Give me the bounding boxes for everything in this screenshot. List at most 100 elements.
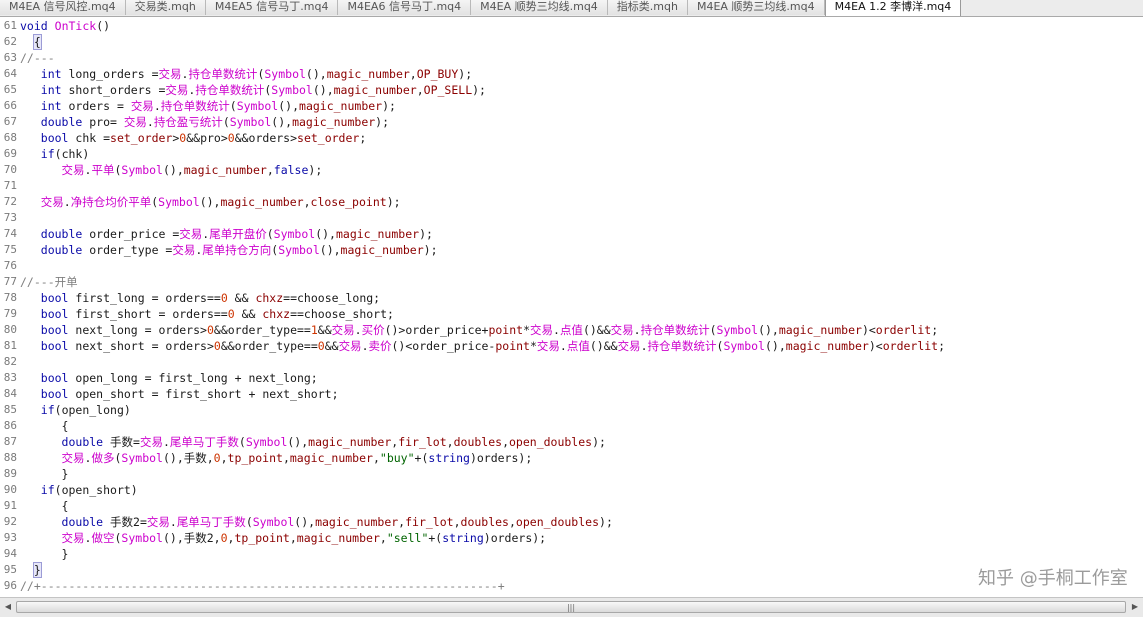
code-line[interactable]: 64 int long_orders =交易.持仓单数统计(Symbol(),m… bbox=[0, 66, 1143, 82]
line-number: 76 bbox=[3, 259, 17, 272]
code-line[interactable]: 79 bool first_short = orders==0 && chxz=… bbox=[0, 306, 1143, 322]
code-line[interactable]: 89 } bbox=[0, 466, 1143, 482]
code-line[interactable]: 82 bbox=[0, 354, 1143, 370]
line-number: 63 bbox=[3, 51, 17, 64]
line-number: 77 bbox=[3, 275, 17, 288]
code-line[interactable]: 65 int short_orders =交易.持仓单数统计(Symbol(),… bbox=[0, 82, 1143, 98]
code-text: if(open_short) bbox=[40, 483, 138, 497]
file-tab[interactable]: M4EA 顺势三均线.mq4 bbox=[471, 0, 608, 15]
code-text: bool open_long = first_long + next_long; bbox=[40, 371, 318, 385]
line-number: 92 bbox=[3, 515, 17, 528]
code-line[interactable]: 61 void OnTick() bbox=[0, 18, 1143, 34]
code-text: bool next_short = orders>0&&order_type==… bbox=[40, 339, 946, 353]
line-number: 61 bbox=[3, 19, 17, 32]
scroll-left-arrow-icon[interactable]: ◀ bbox=[2, 601, 14, 613]
code-line[interactable]: 77//---开单 bbox=[0, 274, 1143, 290]
code-line[interactable]: 72 交易.净持仓均价平单(Symbol(),magic_number,clos… bbox=[0, 194, 1143, 210]
code-line[interactable]: 81 bool next_short = orders>0&&order_typ… bbox=[0, 338, 1143, 354]
tab-active-file[interactable]: M4EA 1.2 李博洋.mq4 bbox=[824, 0, 962, 16]
code-line[interactable]: 62 { bbox=[0, 34, 1143, 50]
code-line[interactable]: 88 交易.做多(Symbol(),手数,0,tp_point,magic_nu… bbox=[0, 450, 1143, 466]
code-line[interactable]: 90 if(open_short) bbox=[0, 482, 1143, 498]
file-tab[interactable]: M4EA 顺势三均线.mq4 bbox=[687, 0, 825, 15]
file-tab[interactable]: M4EA 信号风控.mq4 bbox=[0, 0, 126, 15]
line-number: 66 bbox=[3, 99, 17, 112]
file-tab[interactable]: 指标类.mqh bbox=[607, 0, 688, 15]
line-number: 71 bbox=[3, 179, 17, 192]
code-text: } bbox=[20, 547, 69, 561]
line-number: 84 bbox=[3, 387, 17, 400]
line-number: 85 bbox=[3, 403, 17, 416]
watermark: 知乎 @手桐工作室 bbox=[978, 568, 1128, 589]
code-line[interactable]: 84 bool open_short = first_short + next_… bbox=[0, 386, 1143, 402]
code-text: 交易.净持仓均价平单(Symbol(),magic_number,close_p… bbox=[40, 195, 401, 209]
line-number: 94 bbox=[3, 547, 17, 560]
code-text: double 手数2=交易.尾单马丁手数(Symbol(),magic_numb… bbox=[61, 515, 613, 529]
code-line[interactable]: 76 bbox=[0, 258, 1143, 274]
code-line[interactable]: 78 bool first_long = orders==0 && chxz==… bbox=[0, 290, 1143, 306]
code-text: } bbox=[20, 467, 69, 481]
code-line[interactable]: 94 } bbox=[0, 546, 1143, 562]
code-line[interactable]: 85 if(open_long) bbox=[0, 402, 1143, 418]
line-number: 75 bbox=[3, 243, 17, 256]
code-text: 交易.平单(Symbol(),magic_number,false); bbox=[61, 163, 323, 177]
code-line[interactable]: 80 bool next_long = orders>0&&order_type… bbox=[0, 322, 1143, 338]
line-number: 96 bbox=[3, 579, 17, 592]
code-line[interactable]: 93 交易.做空(Symbol(),手数2,0,tp_point,magic_n… bbox=[0, 530, 1143, 546]
line-number: 93 bbox=[3, 531, 17, 544]
code-text: int long_orders =交易.持仓单数统计(Symbol(),magi… bbox=[40, 67, 473, 81]
code-text: 交易.做空(Symbol(),手数2,0,tp_point,magic_numb… bbox=[61, 531, 547, 545]
code-editor[interactable]: 61 void OnTick() 62 {63//--- 64 int long_or… bbox=[0, 18, 1143, 596]
code-text: { bbox=[20, 499, 69, 513]
code-line[interactable]: 83 bool open_long = first_long + next_lo… bbox=[0, 370, 1143, 386]
line-number: 62 bbox=[3, 35, 17, 48]
line-number: 64 bbox=[3, 67, 17, 80]
line-number: 72 bbox=[3, 195, 17, 208]
code-text: double pro= 交易.持仓盈亏统计(Symbol(),magic_num… bbox=[40, 115, 390, 129]
code-line[interactable]: 75 double order_type =交易.尾单持仓方向(Symbol()… bbox=[0, 242, 1143, 258]
code-line[interactable]: 67 double pro= 交易.持仓盈亏统计(Symbol(),magic_… bbox=[0, 114, 1143, 130]
code-line[interactable]: 63//--- bbox=[0, 50, 1143, 66]
code-text: bool open_short = first_short + next_sho… bbox=[40, 387, 339, 401]
line-number: 79 bbox=[3, 307, 17, 320]
code-text: { bbox=[20, 419, 69, 433]
line-number: 68 bbox=[3, 131, 17, 144]
file-tab[interactable]: M4EA6 信号马丁.mq4 bbox=[338, 0, 472, 15]
code-text: if(chk) bbox=[40, 147, 90, 161]
code-text: //--- bbox=[20, 51, 55, 65]
code-line[interactable]: 66 int orders = 交易.持仓单数统计(Symbol(),magic… bbox=[0, 98, 1143, 114]
code-line[interactable]: 86 { bbox=[0, 418, 1143, 434]
scroll-right-arrow-icon[interactable]: ▶ bbox=[1129, 601, 1141, 613]
code-line[interactable]: 74 double order_price =交易.尾单开盘价(Symbol()… bbox=[0, 226, 1143, 242]
code-text: int short_orders =交易.持仓单数统计(Symbol(),mag… bbox=[40, 83, 486, 97]
code-line[interactable]: 71 bbox=[0, 178, 1143, 194]
code-line[interactable]: 95 } bbox=[0, 562, 1143, 578]
horizontal-scrollbar[interactable]: ◀ ||| ▶ bbox=[0, 597, 1143, 617]
scrollbar-thumb[interactable]: ||| bbox=[16, 601, 1126, 613]
code-line[interactable]: 70 交易.平单(Symbol(),magic_number,false); bbox=[0, 162, 1143, 178]
code-line[interactable]: 69 if(chk) bbox=[0, 146, 1143, 162]
code-text: double 手数=交易.尾单马丁手数(Symbol(),magic_numbe… bbox=[61, 435, 606, 449]
code-text: bool first_short = orders==0 && chxz==ch… bbox=[40, 307, 394, 321]
code-text: //+-------------------------------------… bbox=[20, 579, 505, 593]
code-line[interactable]: 68 bool chk =set_order>0&&pro>0&&orders>… bbox=[0, 130, 1143, 146]
scrollbar-grip-icon: ||| bbox=[566, 603, 576, 612]
code-line[interactable]: 87 double 手数=交易.尾单马丁手数(Symbol(),magic_nu… bbox=[0, 434, 1143, 450]
line-number: 70 bbox=[3, 163, 17, 176]
code-line[interactable]: 91 { bbox=[0, 498, 1143, 514]
code-line[interactable]: 96//+-----------------------------------… bbox=[0, 578, 1143, 594]
code-text: double order_type =交易.尾单持仓方向(Symbol(),ma… bbox=[40, 243, 438, 257]
file-tab[interactable]: M4EA5 信号马丁.mq4 bbox=[205, 0, 339, 15]
line-number: 87 bbox=[3, 435, 17, 448]
line-number: 86 bbox=[3, 419, 17, 432]
line-number: 78 bbox=[3, 291, 17, 304]
file-tab[interactable]: 交易类.mqh bbox=[125, 0, 206, 15]
code-text: double order_price =交易.尾单开盘价(Symbol(),ma… bbox=[40, 227, 433, 241]
code-line[interactable]: 92 double 手数2=交易.尾单马丁手数(Symbol(),magic_n… bbox=[0, 514, 1143, 530]
code-text: bool first_long = orders==0 && chxz==cho… bbox=[40, 291, 381, 305]
line-number: 91 bbox=[3, 499, 17, 512]
line-number: 82 bbox=[3, 355, 17, 368]
code-text: { bbox=[32, 34, 42, 50]
code-text: int orders = 交易.持仓单数统计(Symbol(),magic_nu… bbox=[40, 99, 396, 113]
code-line[interactable]: 73 bbox=[0, 210, 1143, 226]
